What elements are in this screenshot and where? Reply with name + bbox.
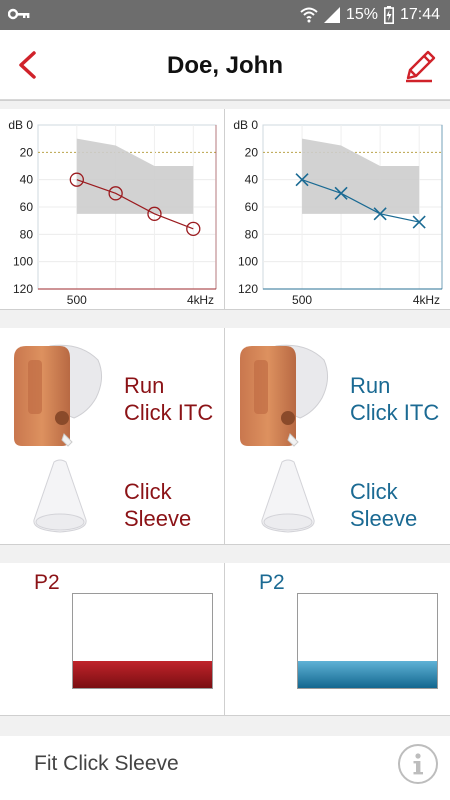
y-tick-label: 20 [20, 145, 34, 159]
y-tick-label: 60 [20, 200, 34, 214]
y-tick-label: 20 [245, 145, 259, 159]
y-tick-label: 120 [238, 282, 258, 296]
dome-name-right-line1: Click [350, 479, 398, 504]
audiogram-section: dB 0 20 40 60 80 100 120 500 4k Hz dB 0 20 40 60 80 10… [0, 109, 450, 309]
audiogram-left[interactable]: dB 020406080100120500 4k Hz [0, 109, 224, 309]
y-tick-label: dB 0 [233, 118, 258, 132]
device-section: Run Click ITC Click Sleeve Run Click ITC… [0, 328, 450, 544]
program-section: P2 P2 [0, 563, 450, 715]
dome-name-left-line2: Sleeve [124, 506, 192, 531]
device-name-left-line2: Click ITC [124, 400, 214, 425]
signal-icon [323, 7, 340, 23]
sleeve-right-image[interactable] [258, 458, 318, 534]
edit-button[interactable] [402, 48, 438, 84]
pencil-icon [406, 50, 436, 83]
x-unit-label: Hz [199, 293, 214, 307]
y-tick-label: dB 0 [8, 118, 33, 132]
wifi-icon [300, 7, 318, 23]
clock: 17:44 [399, 6, 440, 23]
info-button[interactable] [398, 744, 438, 784]
page-title: Doe, John [166, 52, 283, 79]
y-tick-label: 80 [20, 227, 34, 241]
status-bar: 15% 17:44 [0, 0, 450, 30]
sleeve-left-image[interactable] [30, 458, 90, 534]
hearing-aid-right-image[interactable] [236, 338, 332, 450]
x-unit-label: Hz [425, 293, 440, 307]
x-tick-label: 500 [67, 293, 87, 307]
fit-click-sleeve-label: Fit Click Sleeve [34, 752, 179, 775]
device-name-left-line1: Run [124, 373, 165, 398]
key-icon [8, 8, 30, 20]
program-volume-right[interactable] [297, 593, 438, 689]
y-tick-label: 120 [13, 282, 33, 296]
program-label-right: P2 [259, 571, 285, 594]
app-bar: Doe, John [0, 30, 450, 100]
battery-icon [383, 6, 394, 24]
y-tick-label: 40 [245, 173, 259, 187]
x-tick-label: 500 [292, 293, 312, 307]
battery-percent: 15% [345, 6, 378, 23]
program-label-left: P2 [34, 571, 60, 594]
y-tick-label: 60 [245, 200, 259, 214]
y-tick-label: 80 [245, 227, 259, 241]
device-name-right-line2: Click ITC [350, 400, 440, 425]
info-icon [413, 753, 423, 775]
device-name-right-line1: Run [350, 373, 391, 398]
hearing-aid-left-image[interactable] [10, 338, 106, 450]
dome-name-left-line1: Click [124, 479, 172, 504]
program-volume-left[interactable] [72, 593, 213, 689]
dome-name-right-line2: Sleeve [350, 506, 418, 531]
y-tick-label: 100 [13, 255, 33, 269]
audiogram-right[interactable]: dB 020406080100120500 4k Hz [225, 109, 450, 309]
y-tick-label: 100 [238, 255, 258, 269]
y-tick-label: 40 [20, 173, 34, 187]
